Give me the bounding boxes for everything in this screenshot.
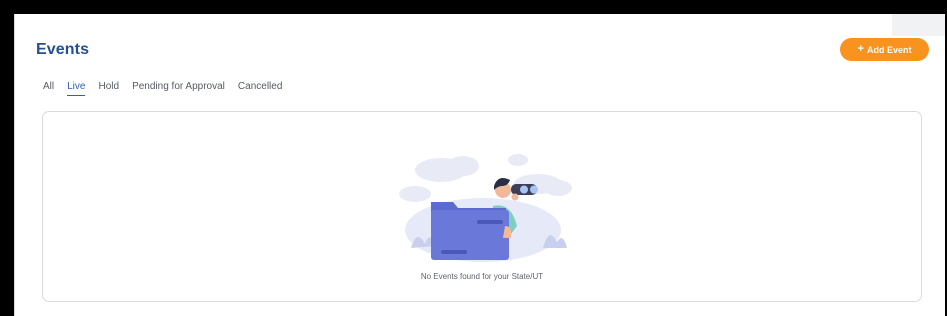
tab-all[interactable]: All [43,81,54,96]
empty-state-illustration [399,154,572,262]
plus-icon: + [857,43,864,55]
empty-state-message: No Events found for your State/UT [420,272,544,281]
tab-cancelled[interactable]: Cancelled [238,81,282,96]
cloud-icon [399,154,572,202]
corner-strip [892,14,945,36]
page-frame: Events + Add Event All Live Hold Pending… [14,14,945,316]
add-event-label: Add Event [866,44,912,55]
tab-pending-for-approval[interactable]: Pending for Approval [132,81,225,96]
status-tabs: All Live Hold Pending for Approval Cance… [43,81,295,96]
page-title: Events [36,41,90,58]
tab-hold[interactable]: Hold [98,81,119,96]
tab-live[interactable]: Live [67,81,86,96]
folder-icon [431,202,511,260]
add-event-button[interactable]: + Add Event [840,38,929,61]
events-list-panel: No Events found for your State/UT [42,111,922,302]
